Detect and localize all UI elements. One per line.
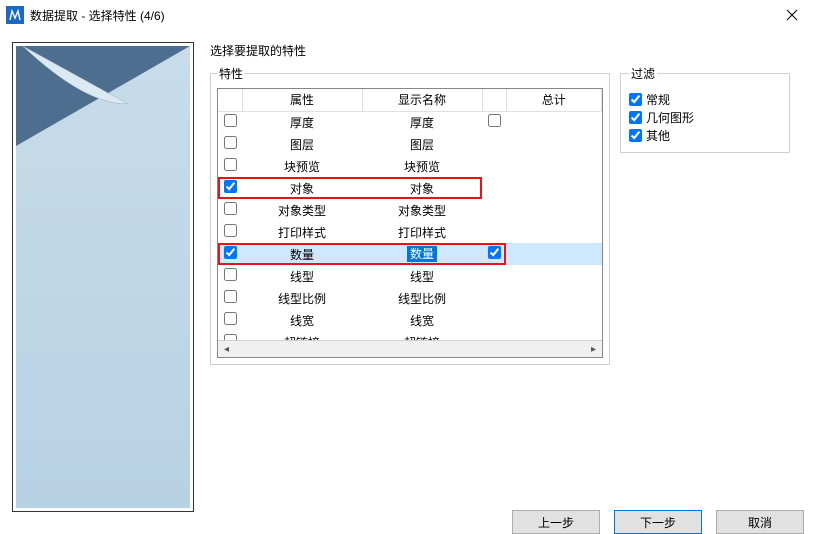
cell-display: 对象 <box>362 177 482 199</box>
filter-label: 几何图形 <box>646 109 694 126</box>
row-checkbox[interactable] <box>224 202 237 215</box>
cell-attr: 数量 <box>242 243 362 265</box>
app-icon <box>6 6 24 24</box>
cell-display: 打印样式 <box>362 221 482 243</box>
cell-display: 厚度 <box>362 111 482 133</box>
cell-display: 线型 <box>362 265 482 287</box>
scroll-left-icon[interactable]: ◂ <box>218 341 235 358</box>
cancel-button[interactable]: 取消 <box>716 510 804 534</box>
cell-display: 块预览 <box>362 155 482 177</box>
cell-attr: 对象 <box>242 177 362 199</box>
cell-total <box>506 111 602 133</box>
table-row[interactable]: 厚度厚度 <box>218 111 602 133</box>
row-checkbox[interactable] <box>224 158 237 171</box>
row-checkbox[interactable] <box>224 180 237 193</box>
filter-item[interactable]: 几何图形 <box>629 108 781 126</box>
row-checkbox[interactable] <box>224 224 237 237</box>
table-row[interactable]: 线型比例线型比例 <box>218 287 602 309</box>
row-checkbox[interactable] <box>224 136 237 149</box>
titlebar: 数据提取 - 选择特性 (4/6) <box>0 0 820 30</box>
row-checkbox[interactable] <box>224 268 237 281</box>
table-row[interactable]: 对象类型对象类型 <box>218 199 602 221</box>
preview-pane <box>12 42 194 512</box>
total-checkbox[interactable] <box>488 246 501 259</box>
properties-legend: 特性 <box>217 65 245 82</box>
col-attr[interactable]: 属性 <box>242 89 362 111</box>
cell-attr: 打印样式 <box>242 221 362 243</box>
row-checkbox[interactable] <box>224 246 237 259</box>
cell-total <box>506 199 602 221</box>
row-checkbox[interactable] <box>224 114 237 127</box>
button-row: 上一步 下一步 取消 <box>210 502 808 534</box>
table-row[interactable]: 线型线型 <box>218 265 602 287</box>
next-button[interactable]: 下一步 <box>614 510 702 534</box>
cell-display: 线宽 <box>362 309 482 331</box>
cell-total <box>506 133 602 155</box>
table-row[interactable]: 对象对象 <box>218 177 602 199</box>
back-button[interactable]: 上一步 <box>512 510 600 534</box>
window-title: 数据提取 - 选择特性 (4/6) <box>30 7 772 24</box>
table-row[interactable]: 图层图层 <box>218 133 602 155</box>
properties-table[interactable]: 属性 显示名称 总计 厚度厚度图层图层块预览块预览对象对象对象类型对象类型打印样… <box>217 88 603 358</box>
h-scrollbar[interactable]: ◂ ▸ <box>218 340 602 357</box>
prompt-label: 选择要提取的特性 <box>210 42 808 59</box>
cell-attr: 图层 <box>242 133 362 155</box>
filter-legend: 过滤 <box>629 65 657 82</box>
cell-attr: 线型比例 <box>242 287 362 309</box>
table-row[interactable]: 块预览块预览 <box>218 155 602 177</box>
properties-group: 特性 属性 显示名称 总计 <box>210 65 610 365</box>
filter-checkbox[interactable] <box>629 129 642 142</box>
cell-attr: 厚度 <box>242 111 362 133</box>
cell-total <box>506 287 602 309</box>
total-checkbox[interactable] <box>488 114 501 127</box>
filter-label: 其他 <box>646 127 670 144</box>
cell-display: 对象类型 <box>362 199 482 221</box>
filter-label: 常规 <box>646 91 670 108</box>
table-row[interactable]: 打印样式打印样式 <box>218 221 602 243</box>
cell-attr: 块预览 <box>242 155 362 177</box>
col-totchk[interactable] <box>482 89 506 111</box>
cell-display: 图层 <box>362 133 482 155</box>
cell-total <box>506 177 602 199</box>
row-checkbox[interactable] <box>224 312 237 325</box>
cell-total <box>506 265 602 287</box>
filter-item[interactable]: 其他 <box>629 126 781 144</box>
cell-attr: 线型 <box>242 265 362 287</box>
cell-total <box>506 221 602 243</box>
close-button[interactable] <box>772 0 812 30</box>
col-display[interactable]: 显示名称 <box>362 89 482 111</box>
col-total[interactable]: 总计 <box>506 89 602 111</box>
cell-attr: 对象类型 <box>242 199 362 221</box>
cell-attr: 线宽 <box>242 309 362 331</box>
cell-total <box>506 155 602 177</box>
filter-group: 过滤 常规几何图形其他 <box>620 65 790 153</box>
row-checkbox[interactable] <box>224 290 237 303</box>
cell-display: 数量 <box>362 243 482 265</box>
cell-display: 线型比例 <box>362 287 482 309</box>
filter-item[interactable]: 常规 <box>629 90 781 108</box>
table-row[interactable]: 数量数量 <box>218 243 602 265</box>
filter-checkbox[interactable] <box>629 93 642 106</box>
scroll-right-icon[interactable]: ▸ <box>585 341 602 358</box>
filter-checkbox[interactable] <box>629 111 642 124</box>
cell-total <box>506 243 602 265</box>
cell-total <box>506 309 602 331</box>
col-check[interactable] <box>218 89 242 111</box>
table-row[interactable]: 线宽线宽 <box>218 309 602 331</box>
